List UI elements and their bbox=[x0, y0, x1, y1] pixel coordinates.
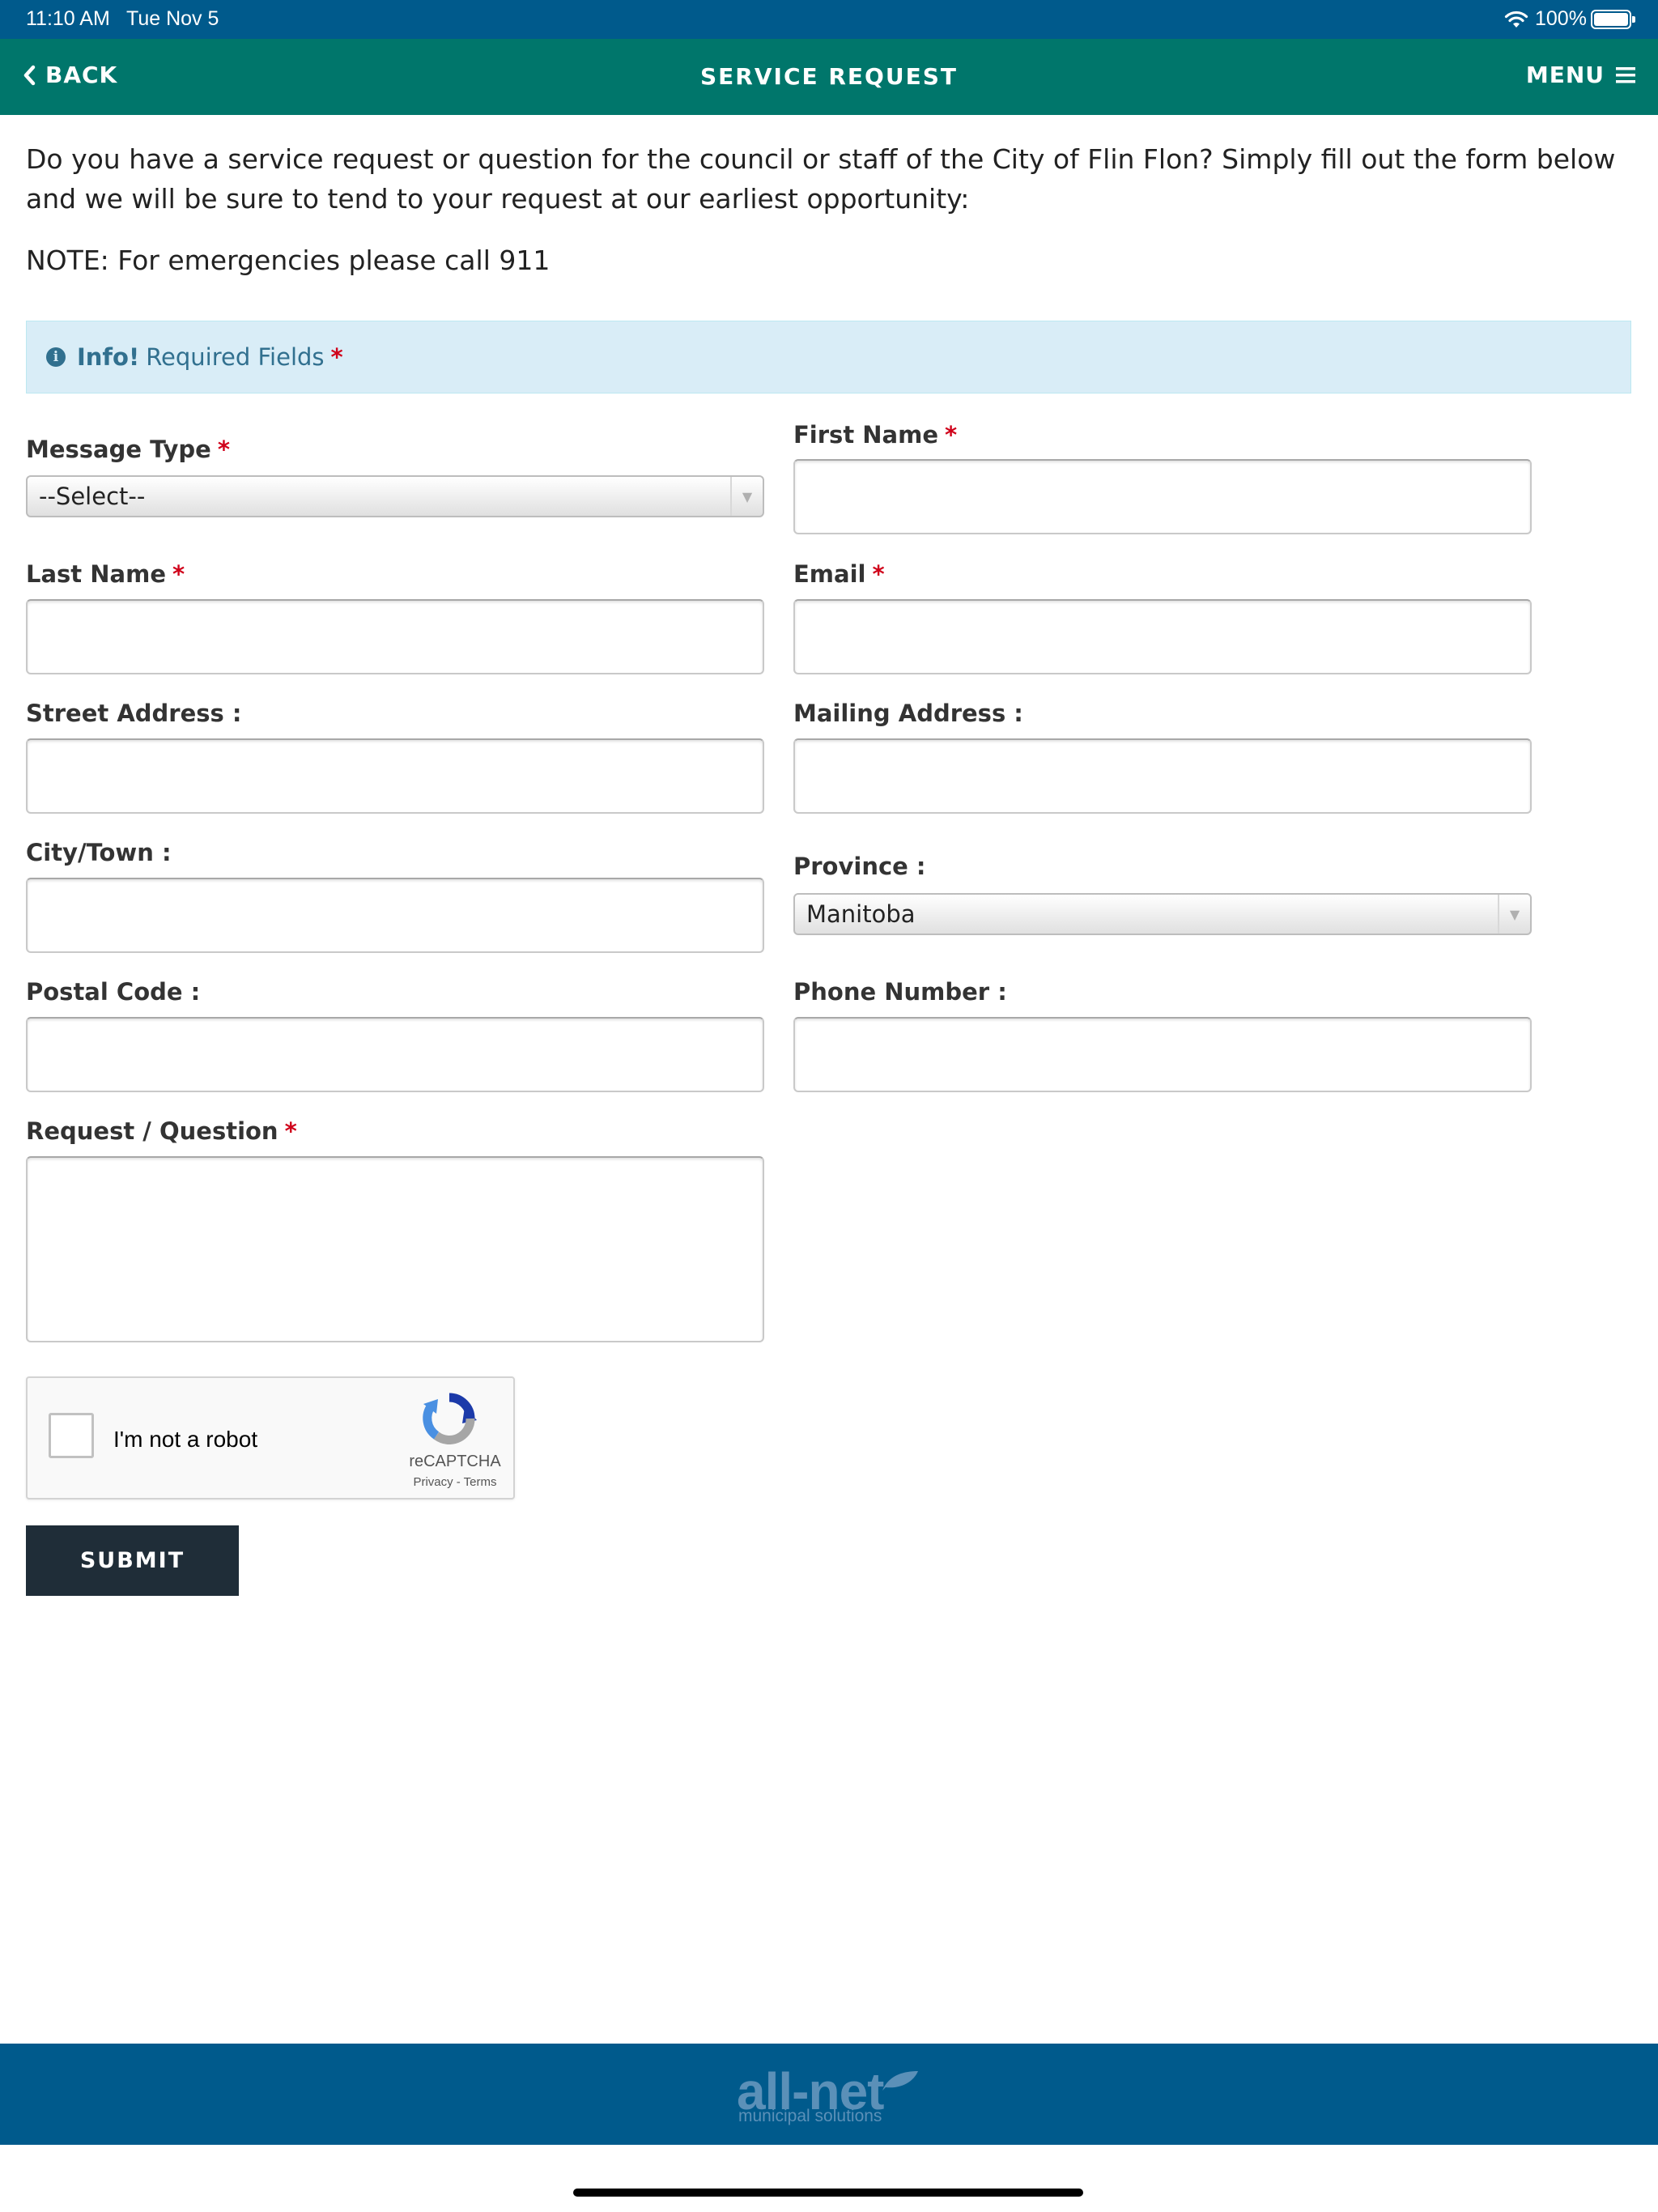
hamburger-icon bbox=[1616, 66, 1635, 83]
message-type-label: Message Type * bbox=[26, 436, 230, 463]
recaptcha-logo-icon bbox=[423, 1393, 477, 1444]
required-mark: * bbox=[284, 1117, 297, 1145]
leaf-icon bbox=[882, 2071, 918, 2091]
city-town-input[interactable] bbox=[26, 878, 764, 953]
recaptcha-links[interactable]: Privacy - Terms bbox=[406, 1475, 504, 1489]
wifi-icon bbox=[1504, 11, 1528, 28]
recaptcha-checkbox[interactable] bbox=[49, 1413, 94, 1458]
status-date: Tue Nov 5 bbox=[126, 7, 219, 30]
required-mark: * bbox=[172, 560, 185, 588]
required-mark: * bbox=[945, 421, 958, 449]
alert-strong: Info! bbox=[77, 343, 140, 371]
mailing-address-input[interactable] bbox=[793, 738, 1532, 814]
request-question-label-text: Request / Question bbox=[26, 1117, 278, 1145]
dropdown-arrow-icon: ▼ bbox=[1498, 895, 1530, 934]
recaptcha-brand: reCAPTCHA bbox=[409, 1453, 501, 1470]
footer: all-net municipal solutions bbox=[0, 2044, 1658, 2145]
required-mark: * bbox=[217, 436, 230, 463]
alert-text: Required Fields bbox=[146, 343, 325, 371]
recaptcha-label: I'm not a robot bbox=[113, 1427, 258, 1452]
recaptcha-widget: I'm not a robot reCAPTCHA Privacy - Term… bbox=[26, 1376, 515, 1499]
submit-button[interactable]: SUBMIT bbox=[26, 1525, 239, 1596]
last-name-label-text: Last Name bbox=[26, 560, 166, 588]
intro-text: Do you have a service request or questio… bbox=[26, 143, 1616, 215]
required-mark: * bbox=[330, 343, 343, 371]
emergency-note: NOTE: For emergencies please call 911 bbox=[26, 245, 551, 276]
message-type-label-text: Message Type bbox=[26, 436, 211, 463]
province-value: Manitoba bbox=[806, 900, 916, 928]
postal-code-label: Postal Code : bbox=[26, 978, 201, 1006]
dropdown-arrow-icon: ▼ bbox=[730, 477, 763, 516]
first-name-label: First Name * bbox=[793, 421, 957, 449]
postal-code-input[interactable] bbox=[26, 1017, 764, 1092]
mailing-address-label: Mailing Address : bbox=[793, 700, 1023, 727]
request-question-label: Request / Question * bbox=[26, 1117, 297, 1145]
last-name-label: Last Name * bbox=[26, 560, 185, 588]
email-label: Email * bbox=[793, 560, 885, 588]
status-time: 11:10 AM bbox=[26, 7, 110, 30]
status-bar: 11:10 AM Tue Nov 5 100% bbox=[0, 0, 1658, 39]
phone-number-label: Phone Number : bbox=[793, 978, 1007, 1006]
request-question-textarea[interactable] bbox=[26, 1156, 764, 1342]
street-address-input[interactable] bbox=[26, 738, 764, 814]
email-input[interactable] bbox=[793, 599, 1532, 674]
street-address-label: Street Address : bbox=[26, 700, 242, 727]
page-title: SERVICE REQUEST bbox=[700, 63, 958, 90]
home-indicator[interactable] bbox=[573, 2189, 1083, 2197]
first-name-label-text: First Name bbox=[793, 421, 938, 449]
info-icon: i bbox=[46, 347, 66, 367]
phone-number-input[interactable] bbox=[793, 1017, 1532, 1092]
first-name-input[interactable] bbox=[793, 459, 1532, 534]
nav-bar: BACK SERVICE REQUEST MENU bbox=[0, 39, 1658, 115]
city-town-label: City/Town : bbox=[26, 839, 172, 866]
info-alert: i Info! Required Fields * bbox=[26, 321, 1631, 393]
battery-percent: 100% bbox=[1535, 7, 1587, 30]
required-mark: * bbox=[872, 560, 885, 588]
last-name-input[interactable] bbox=[26, 599, 764, 674]
province-label: Province : bbox=[793, 853, 926, 880]
battery-icon bbox=[1591, 10, 1635, 29]
footer-tagline: municipal solutions bbox=[738, 2107, 882, 2125]
province-select[interactable]: Manitoba ▼ bbox=[793, 893, 1532, 935]
menu-label: MENU bbox=[1525, 62, 1605, 88]
menu-button[interactable]: MENU bbox=[1526, 62, 1635, 88]
message-type-value: --Select-- bbox=[39, 483, 146, 510]
message-type-select[interactable]: --Select-- ▼ bbox=[26, 475, 764, 517]
email-label-text: Email bbox=[793, 560, 866, 588]
